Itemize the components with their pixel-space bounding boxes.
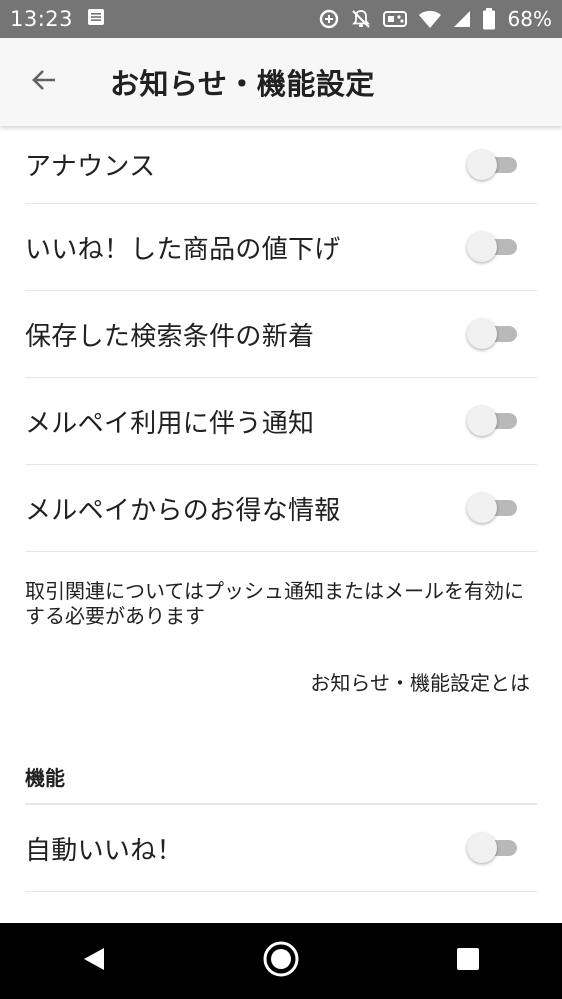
settings-screen: 13:23 68% お知らせ・機能設定 アナウンス いいね！した商品の値下げ 保… [0, 0, 562, 999]
toggle-thumb [467, 493, 497, 523]
page-title: お知らせ・機能設定 [110, 67, 375, 101]
setting-row-saved-search[interactable]: 保存した検索条件の新着 [25, 291, 537, 378]
saved-search-toggle[interactable] [467, 317, 519, 351]
home-circle-icon [262, 940, 300, 982]
setting-label: 保存した検索条件の新着 [25, 321, 315, 352]
status-left-icons [87, 8, 105, 30]
arrow-left-icon [30, 66, 58, 98]
recents-square-icon [455, 946, 481, 976]
battery-percent: 68% [507, 7, 552, 31]
price-drop-toggle[interactable] [467, 230, 519, 264]
toggle-thumb [467, 149, 497, 180]
toggle-thumb [467, 232, 497, 262]
merpay-deals-toggle[interactable] [467, 491, 519, 525]
toggle-thumb [467, 406, 497, 436]
notes-icon [87, 8, 105, 30]
section-header-features: 機能 [25, 762, 537, 805]
battery-icon [482, 8, 496, 30]
app-bar: お知らせ・機能設定 [0, 38, 562, 126]
wifi-icon [418, 9, 442, 29]
settings-content: アナウンス いいね！した商品の値下げ 保存した検索条件の新着 メルペイ利用に伴う… [0, 126, 562, 923]
setting-label: 自動いいね！ [25, 835, 183, 866]
nav-recents-button[interactable] [428, 931, 508, 991]
setting-row-auto-like[interactable]: 自動いいね！ [25, 805, 537, 892]
setting-row-merpay-deals[interactable]: メルペイからのお得な情報 [25, 465, 537, 552]
notifications-off-icon [350, 8, 372, 30]
setting-row-price-drop[interactable]: いいね！した商品の値下げ [25, 204, 537, 291]
back-button[interactable] [16, 54, 72, 110]
toggle-thumb [467, 319, 497, 349]
announcement-toggle[interactable] [467, 148, 519, 182]
merpay-usage-toggle[interactable] [467, 404, 519, 438]
cellular-signal-icon [452, 9, 472, 29]
setting-label: いいね！した商品の値下げ [25, 234, 341, 265]
system-nav-bar [0, 923, 562, 999]
about-settings-link[interactable]: お知らせ・機能設定とは [0, 667, 530, 696]
setting-label: アナウンス [25, 152, 156, 182]
game-controller-icon [382, 8, 408, 30]
transaction-note: 取引関連についてはプッシュ通知またはメールを有効にする必要があります [25, 579, 524, 628]
status-right-icons: 68% [318, 7, 552, 31]
toggle-thumb [467, 833, 497, 863]
setting-row-announcement[interactable]: アナウンス [25, 126, 537, 204]
setting-label: メルペイ利用に伴う通知 [25, 408, 315, 439]
setting-row-merpay-usage[interactable]: メルペイ利用に伴う通知 [25, 378, 537, 465]
auto-like-toggle[interactable] [467, 831, 519, 865]
status-bar: 13:23 68% [0, 0, 562, 38]
data-saver-icon [318, 8, 340, 30]
status-time: 13:23 [10, 7, 74, 31]
back-triangle-icon [80, 945, 108, 977]
nav-back-button[interactable] [54, 931, 134, 991]
nav-home-button[interactable] [241, 931, 321, 991]
setting-label: メルペイからのお得な情報 [25, 495, 341, 526]
